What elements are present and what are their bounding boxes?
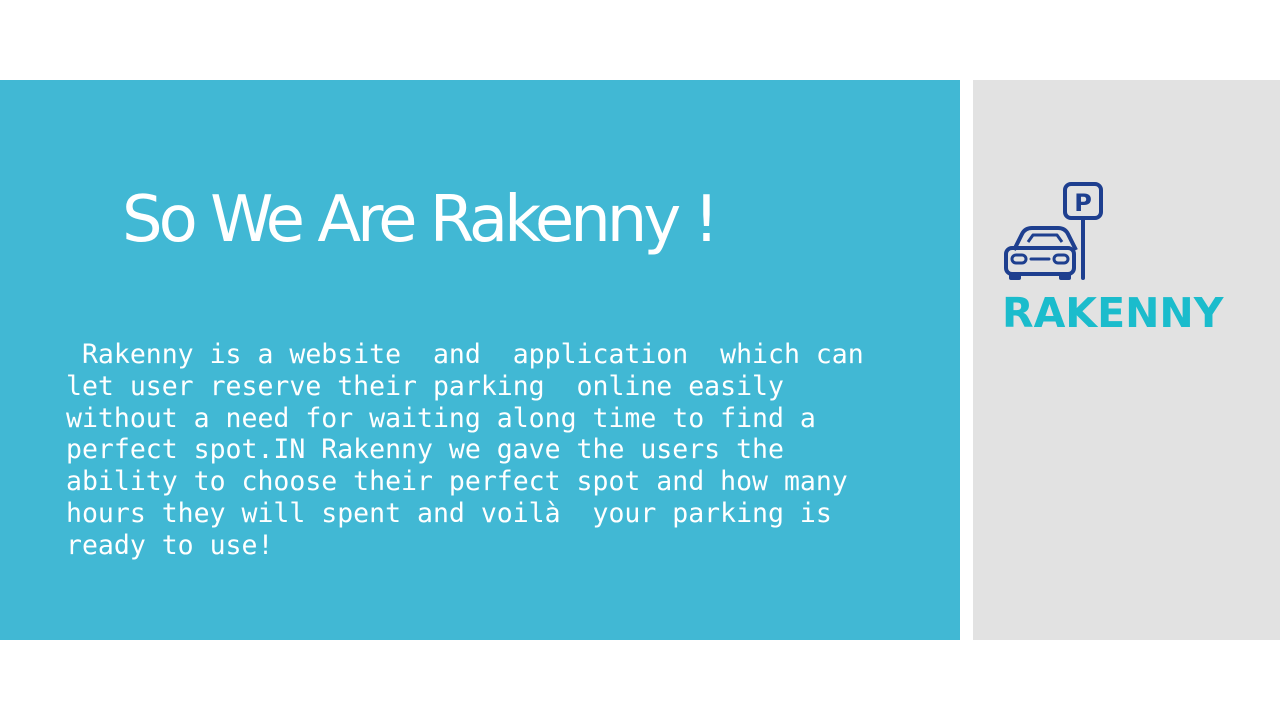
rakenny-logo: P RAKENNY (1000, 180, 1224, 340)
logo-panel (973, 80, 1280, 640)
slide-body-text: Rakenny is a website and application whi… (66, 339, 864, 561)
car-parking-icon: P (1004, 182, 1103, 280)
slide-title: So We Are Rakenny ! (122, 183, 719, 257)
logo-wordmark: RAKENNY (1002, 289, 1224, 337)
parking-sign-letter: P (1074, 189, 1092, 217)
slide: So We Are Rakenny ! Rakenny is a website… (0, 0, 1280, 720)
